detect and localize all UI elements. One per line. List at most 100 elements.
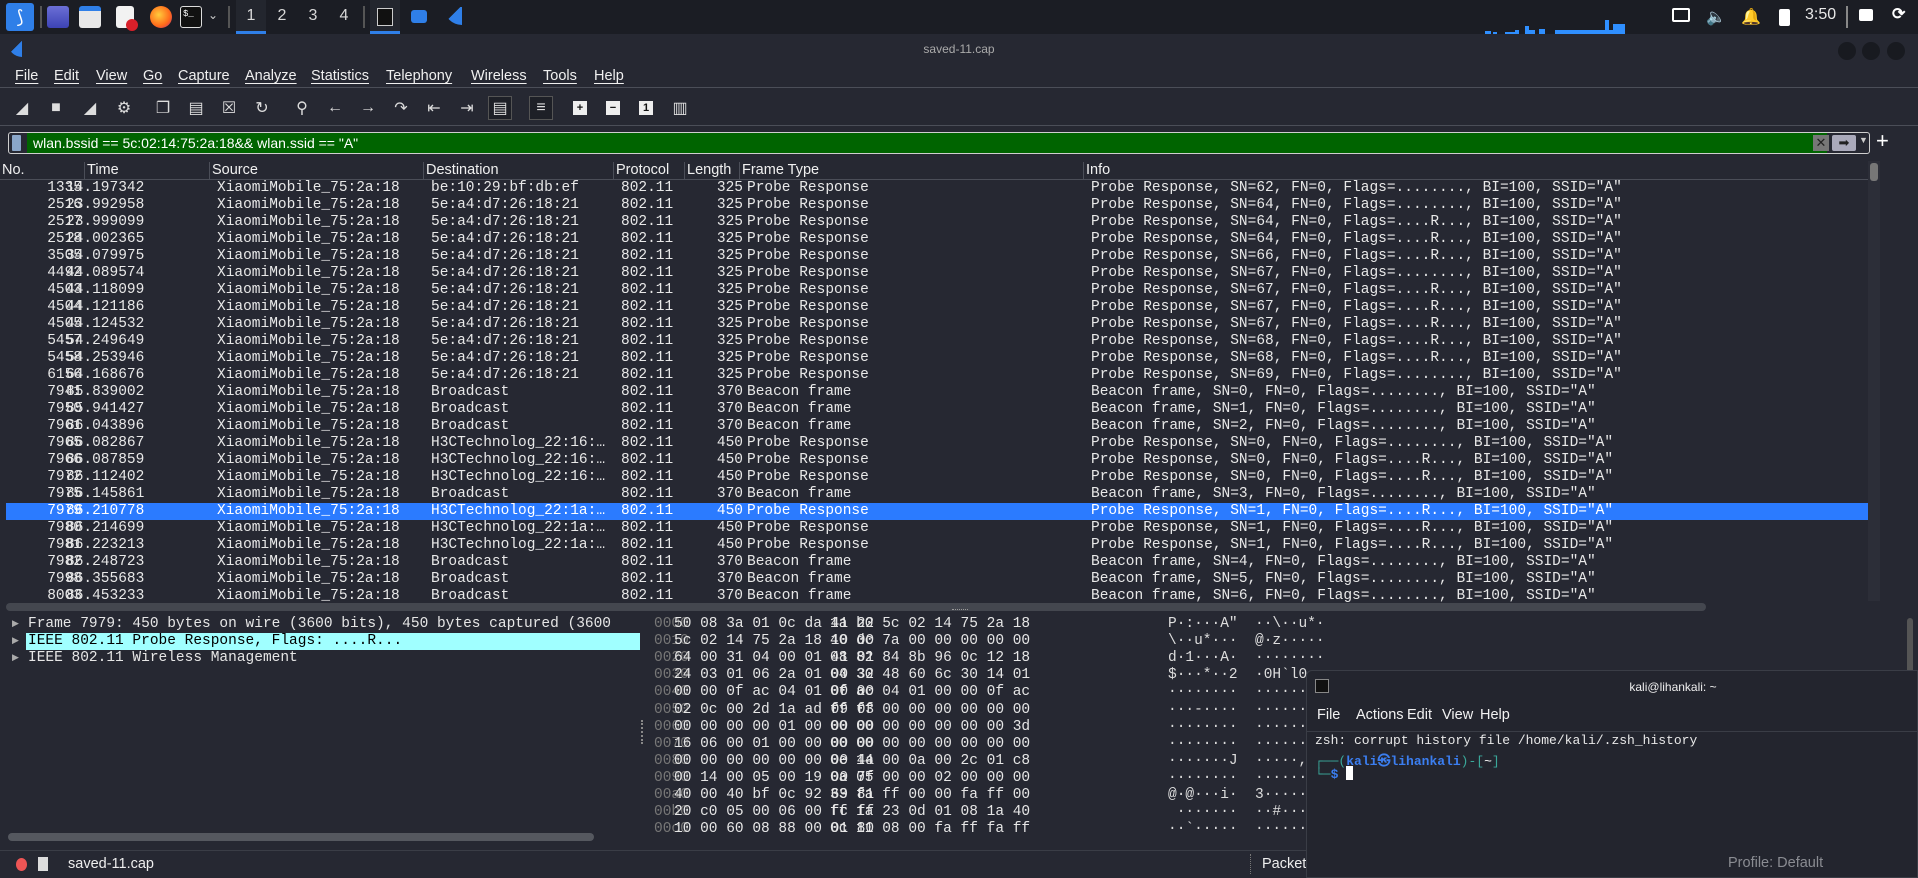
menu-edit[interactable]: Edit — [54, 68, 79, 84]
last-packet-icon[interactable]: ⇥ — [455, 96, 479, 120]
terminal-menu-view[interactable]: View — [1442, 707, 1473, 723]
packet-row[interactable]: 6156 64.168676 XiaomiMobile_75:2a:18 5e:a4:… — [6, 367, 1868, 384]
details-node[interactable]: ▶ Frame 7979: 450 bytes on wire (3600 bit… — [6, 616, 640, 633]
clear-filter-icon[interactable]: ✕ — [1813, 135, 1829, 151]
expand-arrow-icon[interactable]: ▶ — [12, 633, 19, 650]
maximize-button[interactable] — [1862, 42, 1880, 60]
workspace-4[interactable]: 4 — [329, 0, 359, 34]
save-file-icon[interactable]: ▤ — [184, 96, 208, 120]
hex-bytes-group-2[interactable]: ff ff 00 00 00 00 00 00 — [830, 702, 1030, 719]
hex-bytes-group-2[interactable]: 0f ac 04 01 00 00 0f ac — [830, 684, 1030, 701]
zoom-in-icon[interactable]: + — [573, 101, 587, 115]
hex-bytes-group-2[interactable]: 00 00 00 00 00 00 00 00 — [830, 736, 1030, 753]
menu-go[interactable]: Go — [143, 68, 162, 84]
hex-bytes-group-2[interactable]: 33 fa ff 00 00 fa ff 00 — [830, 787, 1030, 804]
menu-telephony[interactable]: Telephony — [386, 68, 452, 84]
packet-row[interactable]: 7965 86.082867 XiaomiMobile_75:2a:18 H3CTec… — [6, 435, 1868, 452]
hex-bytes-group-2[interactable]: 0e 14 00 0a 00 2c 01 c8 — [830, 753, 1030, 770]
packet-row[interactable]: 4504 44.121186 XiaomiMobile_75:2a:18 5e:a4:… — [6, 299, 1868, 316]
hex-ascii[interactable]: $···*··2 ·0H`l0·· — [1168, 667, 1325, 684]
pane-splitter-handle[interactable] — [952, 609, 968, 611]
packet-row[interactable]: 2517 23.999099 XiaomiMobile_75:2a:18 5e:a4:… — [6, 214, 1868, 231]
folder-running-icon[interactable] — [411, 10, 427, 23]
packet-row[interactable]: 7979 86.210778 XiaomiMobile_75:2a:18 H3CTec… — [6, 503, 1868, 520]
packet-row[interactable]: 7980 86.214699 XiaomiMobile_75:2a:18 H3CTec… — [6, 520, 1868, 537]
packet-row[interactable]: 7982 86.248723 XiaomiMobile_75:2a:18 Broadc… — [6, 554, 1868, 571]
packet-row[interactable]: 2516 23.992958 XiaomiMobile_75:2a:18 5e:a4:… — [6, 197, 1868, 214]
menu-help[interactable]: Help — [594, 68, 624, 84]
terminal-menu-actions[interactable]: Actions — [1356, 707, 1404, 723]
hex-ascii[interactable]: \··u*··· @·z····· — [1168, 633, 1325, 650]
terminal-menu-edit[interactable]: Edit — [1407, 707, 1432, 723]
menu-capture[interactable]: Capture — [178, 68, 230, 84]
terminal-menu-help[interactable]: Help — [1480, 707, 1510, 723]
hex-ascii[interactable]: ········ ········ — [1168, 770, 1325, 787]
notification-bell-icon[interactable]: 🔔 — [1741, 7, 1761, 27]
packet-row[interactable]: 7966 86.087859 XiaomiMobile_75:2a:18 H3CTec… — [6, 452, 1868, 469]
kali-menu-icon[interactable]: ⟆ — [6, 3, 34, 31]
close-button[interactable] — [1887, 42, 1905, 60]
column-header-length[interactable]: Length — [684, 162, 739, 180]
hex-bytes-group-2[interactable]: ff 1a 23 0d 01 08 1a 40 — [830, 804, 1030, 821]
hex-bytes-group-2[interactable]: 00 00 00 00 00 00 00 3d — [830, 719, 1030, 736]
packet-row[interactable]: 7975 86.145861 XiaomiMobile_75:2a:18 Broadc… — [6, 486, 1868, 503]
expand-arrow-icon[interactable]: ▶ — [12, 650, 19, 667]
packet-row[interactable]: 2518 24.002365 XiaomiMobile_75:2a:18 5e:a4:… — [6, 231, 1868, 248]
menu-file[interactable]: File — [15, 68, 38, 84]
wireshark-running-icon[interactable] — [444, 7, 462, 25]
volume-icon[interactable]: 🔈 — [1706, 7, 1726, 27]
hex-ascii[interactable]: d·1···A· ········ — [1168, 650, 1325, 667]
column-header-frame-type[interactable]: Frame Type — [739, 162, 1083, 180]
packet-row[interactable]: 5458 54.253946 XiaomiMobile_75:2a:18 5e:a4:… — [6, 350, 1868, 367]
column-header-info[interactable]: Info — [1083, 162, 1863, 180]
apply-filter-icon[interactable]: ➡ — [1832, 135, 1856, 151]
network-icon[interactable] — [1672, 8, 1690, 22]
filter-history-dropdown-icon[interactable]: ▼ — [1859, 135, 1868, 145]
packet-row[interactable]: 3505 34.079975 XiaomiMobile_75:2a:18 5e:a4:… — [6, 248, 1868, 265]
column-header-source[interactable]: Source — [209, 162, 423, 180]
normal-size-icon[interactable]: 1 — [639, 101, 653, 115]
capture-comment-icon[interactable] — [38, 857, 48, 871]
logout-icon[interactable]: ⟳ — [1892, 4, 1905, 24]
workspace-2[interactable]: 2 — [267, 0, 297, 34]
column-header-no[interactable]: No. — [0, 162, 84, 180]
terminal-icon[interactable]: $_ — [180, 6, 202, 28]
hex-bytes-group-2[interactable]: 08 82 84 8b 96 0c 12 18 — [830, 650, 1030, 667]
hex-ascii[interactable]: ········ ·······= — [1168, 719, 1325, 736]
terminal-menu-file[interactable]: File — [1317, 707, 1340, 723]
hex-bytes-group-2[interactable]: 40 dc 7a 00 00 00 00 00 — [830, 633, 1030, 650]
first-packet-icon[interactable]: ⇤ — [422, 96, 446, 120]
terminal-window[interactable]: kali@lihankali: ~ zsh: corrupt history f… — [1306, 670, 1918, 878]
battery-icon[interactable] — [1779, 9, 1790, 26]
text-editor-icon[interactable] — [116, 6, 138, 31]
column-header-time[interactable]: Time — [84, 162, 209, 180]
terminal-running-icon[interactable] — [370, 0, 400, 34]
start-capture-icon[interactable]: ◢ — [10, 96, 34, 120]
stop-capture-icon[interactable]: ■ — [44, 96, 68, 120]
hex-ascii[interactable]: ········ ········ — [1168, 684, 1325, 701]
column-header-destination[interactable]: Destination — [423, 162, 613, 180]
colorize-icon[interactable]: ≡ — [529, 96, 553, 120]
go-to-packet-icon[interactable]: ↷ — [389, 96, 413, 120]
resize-columns-icon[interactable]: ▥ — [668, 96, 692, 120]
profile-label[interactable]: Profile: Default — [1728, 855, 1823, 871]
details-node[interactable]: ▶ IEEE 802.11 Wireless Management — [6, 650, 640, 667]
packet-list-hscrollbar[interactable] — [6, 603, 1706, 611]
hex-bytes-group-2[interactable]: 1a b0 5c 02 14 75 2a 18 — [830, 616, 1030, 633]
column-header-protocol[interactable]: Protocol — [613, 162, 684, 180]
packet-row[interactable]: 4505 44.124532 XiaomiMobile_75:2a:18 5e:a4:… — [6, 316, 1868, 333]
packet-row[interactable]: 7981 86.223213 XiaomiMobile_75:2a:18 H3CTec… — [6, 537, 1868, 554]
display-filter-input[interactable]: wlan.bssid == 5c:02:14:75:2a:18&& wlan.s… — [27, 133, 1827, 153]
close-file-icon[interactable]: ☒ — [217, 96, 241, 120]
hex-ascii[interactable]: ······· ··#····@ — [1168, 804, 1325, 821]
expand-arrow-icon[interactable]: ▶ — [12, 616, 19, 633]
find-packet-icon[interactable]: ⚲ — [290, 96, 314, 120]
bookmark-icon[interactable] — [12, 135, 21, 151]
zoom-out-icon[interactable]: − — [606, 101, 620, 115]
packet-row[interactable]: 7941 85.839002 XiaomiMobile_75:2a:18 Broadc… — [6, 384, 1868, 401]
add-filter-button-icon[interactable]: + — [1876, 128, 1889, 154]
terminal-input-line[interactable]: └─$ — [1315, 766, 1354, 782]
file-manager-icon[interactable] — [79, 6, 101, 28]
hex-ascii[interactable]: P·:···A" ··\··u*· — [1168, 616, 1325, 633]
packet-row[interactable]: 7972 86.112402 XiaomiMobile_75:2a:18 H3CTec… — [6, 469, 1868, 486]
